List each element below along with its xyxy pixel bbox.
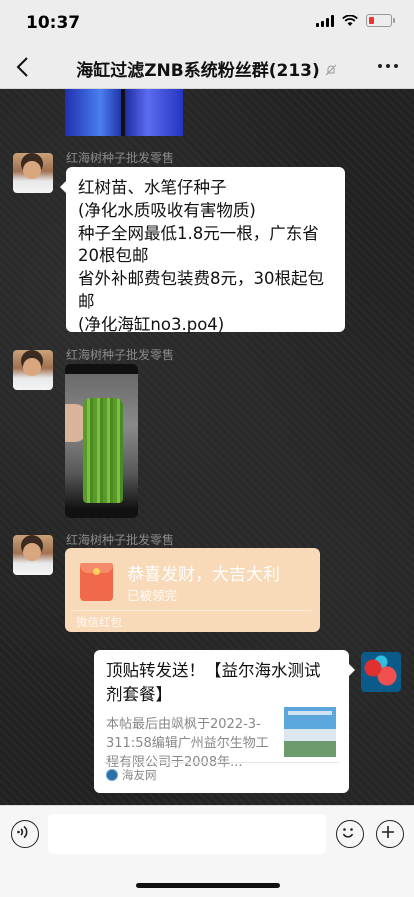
emoji-button[interactable] [336, 820, 364, 848]
sender-avatar[interactable] [13, 153, 53, 193]
video-plants [83, 398, 123, 503]
mute-icon [325, 64, 337, 76]
chat-header: 海缸过滤ZNB系统粉丝群(213) [0, 46, 414, 89]
red-packet-message[interactable]: 恭喜发财，大吉大利 已被领完 微信红包 [65, 548, 320, 632]
link-card-message[interactable]: 顶贴转发送！【益尔海水测试剂套餐】 本帖最后由飒枫于2022-3-311:58编… [94, 650, 355, 793]
sender-name: 红海树种子批发零售 [66, 151, 175, 165]
red-packet-footer: 微信红包 [76, 615, 122, 629]
message-input[interactable] [48, 814, 326, 854]
link-divider [104, 762, 339, 763]
signal-icon [316, 14, 334, 27]
status-icons [316, 14, 395, 27]
battery-icon [366, 14, 395, 27]
sender-name: 红海树种子批发零售 [66, 348, 175, 362]
plus-icon [382, 826, 395, 839]
voice-button[interactable] [11, 820, 39, 848]
red-packet-title: 恭喜发财，大吉大利 [127, 565, 280, 585]
status-time: 10:37 [26, 13, 81, 33]
red-packet-status: 已被领完 [127, 588, 178, 603]
source-icon [106, 769, 118, 781]
link-source: 海友网 [106, 767, 157, 783]
chat-title: 海缸过滤ZNB系统粉丝群(213) [60, 56, 354, 81]
red-packet-icon [80, 563, 113, 601]
plus-button[interactable] [376, 820, 404, 848]
sender-name: 红海树种子批发零售 [66, 533, 175, 547]
image-message[interactable] [65, 89, 183, 136]
my-avatar[interactable] [361, 652, 401, 692]
red-packet-divider [73, 610, 312, 611]
input-bar [0, 805, 414, 897]
status-bar: 10:37 [0, 0, 414, 46]
video-message[interactable] [65, 364, 138, 518]
link-source-name: 海友网 [122, 768, 157, 782]
sender-avatar[interactable] [13, 350, 53, 390]
voice-icon [17, 826, 28, 839]
link-title: 顶贴转发送！【益尔海水测试剂套餐】 [106, 661, 321, 704]
link-description: 本帖最后由飒枫于2022-3-311:58编辑广州益尔生物工程有限公司于2008… [106, 717, 269, 770]
sender-avatar[interactable] [13, 535, 53, 575]
chat-area[interactable]: 红海树种子批发零售 红树苗、水笔仔种子 (净化水质吸收有害物质) 种子全网最低1… [0, 89, 414, 805]
back-icon[interactable] [12, 55, 36, 79]
more-icon[interactable] [378, 64, 398, 68]
emoji-icon [343, 828, 354, 838]
home-indicator [136, 883, 280, 888]
link-thumbnail [284, 707, 336, 757]
text-message-bubble[interactable]: 红树苗、水笔仔种子 (净化水质吸收有害物质) 种子全网最低1.8元一根，广东省2… [60, 167, 345, 334]
chat-title-text: 海缸过滤ZNB系统粉丝群(213) [76, 61, 320, 81]
wifi-icon [342, 14, 358, 26]
message-text: 红树苗、水笔仔种子 (净化水质吸收有害物质) 种子全网最低1.8元一根，广东省2… [78, 178, 324, 334]
